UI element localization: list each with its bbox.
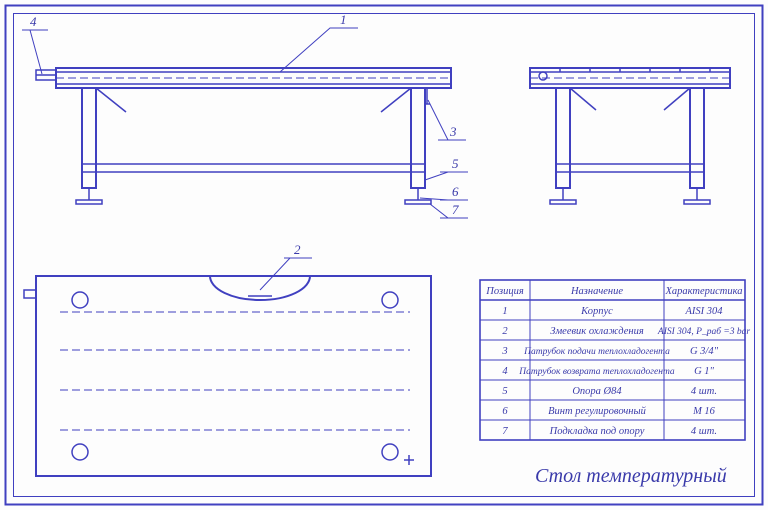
callout-4-num: 4: [30, 14, 37, 29]
callout-1-num: 1: [340, 12, 347, 27]
td: Корпус: [580, 306, 613, 317]
callout-2: 2: [260, 242, 312, 290]
callout-6: 6: [420, 184, 468, 200]
td: AISI 304, P_раб =3 bar: [657, 326, 750, 337]
td: 4 шт.: [691, 386, 717, 397]
td: G 1": [694, 366, 714, 377]
td: AISI 304: [684, 306, 723, 317]
td: Змеевик охлаждения: [550, 326, 644, 337]
callout-5-num: 5: [452, 156, 459, 171]
td: Подкладка под опору: [549, 426, 645, 437]
td: 3: [501, 346, 507, 357]
td: 7: [502, 426, 508, 437]
td: 2: [502, 326, 508, 337]
front-view: [36, 68, 451, 204]
callout-6-num: 6: [452, 184, 459, 199]
callout-3-num: 3: [449, 124, 457, 139]
td: 4 шт.: [691, 426, 717, 437]
callout-1: 1: [280, 12, 358, 72]
td: 1: [502, 306, 507, 317]
th-pos: Позиция: [485, 286, 524, 297]
td: 4: [502, 366, 508, 377]
drawing-canvas: 1 4 3 5 6 7: [0, 0, 768, 510]
callout-5: 5: [425, 156, 468, 180]
td: G 3/4": [690, 346, 719, 357]
td: 6: [502, 406, 508, 417]
td: 5: [502, 386, 507, 397]
frame-inner: [14, 14, 755, 497]
callout-2-num: 2: [294, 242, 301, 257]
callout-7: 7: [430, 202, 468, 218]
td: Патрубок подачи теплохладогента: [523, 346, 670, 357]
td: Патрубок возврата теплохладогента: [518, 366, 675, 377]
callout-7-num: 7: [452, 202, 459, 217]
side-view: [530, 68, 730, 204]
td: M 16: [692, 406, 716, 417]
th-desc: Назначение: [570, 286, 623, 297]
th-char: Характеристика: [664, 286, 742, 297]
callout-4: 4: [22, 14, 48, 74]
td: Опора Ø84: [572, 386, 622, 397]
callout-3: 3: [428, 100, 466, 140]
drawing-title: Стол температурный: [535, 465, 727, 487]
td: Винт регулировочный: [548, 406, 647, 417]
top-view: [24, 276, 431, 476]
parts-table: Позиция Назначение Характеристика 1 Корп…: [480, 280, 750, 440]
